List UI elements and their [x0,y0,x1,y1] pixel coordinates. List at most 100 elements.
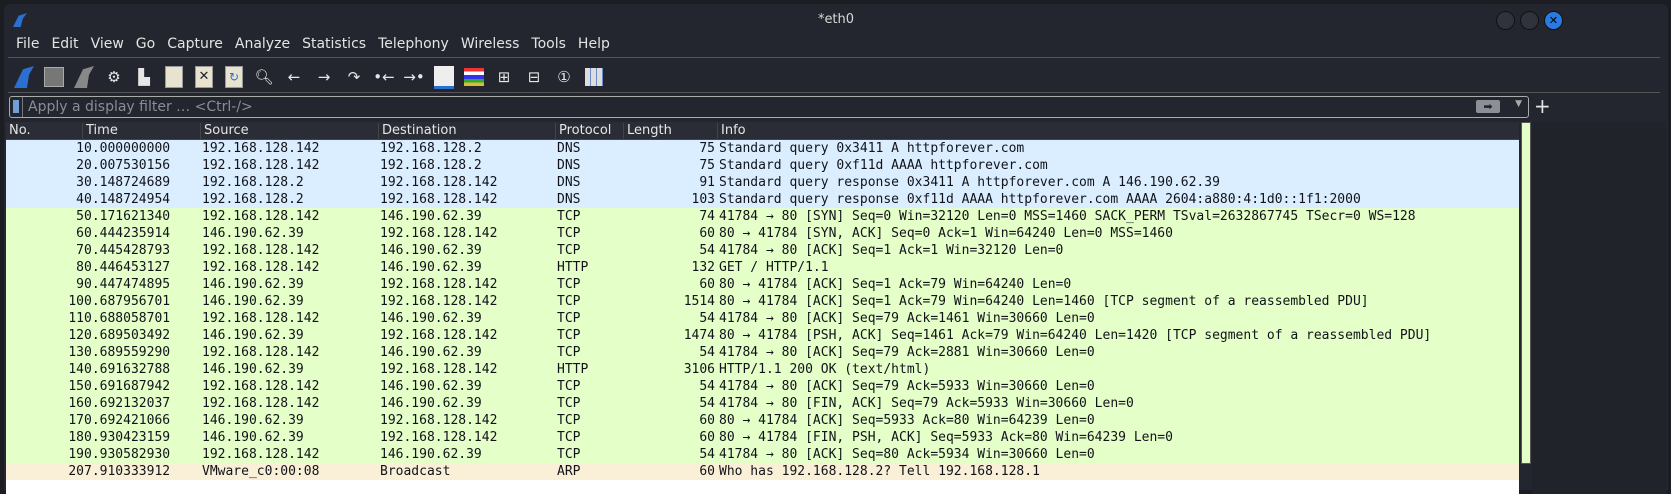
menu-statistics[interactable]: Statistics [296,34,372,56]
packet-row[interactable]: 19 0.930582930 192.168.128.142 146.190.62.3… [6,446,1519,463]
autoscroll-icon[interactable] [432,65,456,89]
column-header-source[interactable]: Source [200,123,249,139]
go-forward-icon[interactable]: → [312,65,336,89]
open-file-icon[interactable]: ▙ [132,65,156,89]
menu-edit[interactable]: Edit [45,34,84,56]
column-header-length[interactable]: Length [623,123,672,139]
packet-row[interactable]: 14 0.691632788 146.190.62.39 192.168.128.14… [6,361,1519,378]
packet-info: 80 → 41784 [SYN, ACK] Seq=0 Ack=1 Win=64… [719,226,1173,241]
column-header-destination[interactable]: Destination [378,123,457,139]
packet-source: 146.190.62.39 [202,362,304,377]
packet-info: GET / HTTP/1.1 [719,260,829,275]
packet-protocol: TCP [557,430,581,445]
stop-capture-icon[interactable] [42,65,66,89]
display-filter-bar: ➡ ▼ [9,96,1529,118]
colorize-icon[interactable] [462,65,486,89]
save-file-icon[interactable] [162,65,186,89]
zoom-out-icon[interactable]: ⊟ [522,65,546,89]
reload-file-icon[interactable]: ↻ [222,65,246,89]
packet-row[interactable]: 3 0.148724689 192.168.128.2 192.168.128.142… [6,174,1519,191]
menu-tools[interactable]: Tools [525,34,572,56]
packet-protocol: DNS [557,158,581,173]
packet-info: 80 → 41784 [ACK] Seq=1 Ack=79 Win=64240 … [719,294,1369,309]
capture-options-icon[interactable]: ⚙ [102,65,126,89]
menu-file[interactable]: File [10,34,45,56]
menu-view[interactable]: View [85,34,130,56]
packet-info: Who has 192.168.128.2? Tell 192.168.128.… [719,464,1040,479]
filter-history-dropdown[interactable]: ▼ [1515,99,1522,109]
menu-go[interactable]: Go [130,34,161,56]
zoom-in-icon[interactable]: ⊞ [492,65,516,89]
display-filter-input[interactable] [26,98,1470,116]
apply-filter-button[interactable]: ➡ [1476,100,1500,113]
packet-row[interactable]: 2 0.007530156 192.168.128.142 192.168.128.2… [6,157,1519,174]
packet-row[interactable]: 7 0.445428793 192.168.128.142 146.190.62.39… [6,242,1519,259]
menu-telephony[interactable]: Telephony [372,34,455,56]
packet-row[interactable]: 9 0.447474895 146.190.62.39 192.168.128.142… [6,276,1519,293]
divider [8,57,1660,58]
packet-protocol: HTTP [557,362,589,377]
packet-length: 3106 [683,362,715,377]
packet-number: 18 [68,430,84,445]
normal-size-icon[interactable]: ① [552,65,576,89]
column-header-protocol[interactable]: Protocol [555,123,611,139]
packet-row[interactable]: 5 0.171621340 192.168.128.142 146.190.62.39… [6,208,1519,225]
packet-destination: 192.168.128.2 [380,141,482,156]
packet-info: HTTP/1.1 200 OK (text/html) [719,362,931,377]
start-capture-icon[interactable] [12,65,36,89]
packet-source: 192.168.128.2 [202,192,304,207]
packet-length: 54 [699,311,715,326]
close-file-icon[interactable]: ✕ [192,65,216,89]
packet-source: 192.168.128.142 [202,311,320,326]
find-packet-icon[interactable]: 🔍︎ [252,65,276,89]
packet-minimap-scrollbar[interactable] [1521,122,1531,464]
column-header-no[interactable]: No. [6,123,31,139]
packet-source: 192.168.128.142 [202,158,320,173]
packet-list-header: No. Time Source Destination Protocol Length In… [6,122,1519,140]
maximize-button[interactable] [1520,11,1539,30]
packet-row[interactable]: 13 0.689559290 192.168.128.142 146.190.62.3… [6,344,1519,361]
column-header-info[interactable]: Info [717,123,746,139]
packet-length: 91 [699,175,715,190]
packet-source: 192.168.128.2 [202,175,304,190]
packet-row[interactable]: 18 0.930423159 146.190.62.39 192.168.128.14… [6,429,1519,446]
packet-destination: 192.168.128.142 [380,413,498,428]
packet-info: 41784 → 80 [ACK] Seq=79 Ack=5933 Win=306… [719,379,1095,394]
bookmark-icon[interactable] [13,100,19,113]
packet-row[interactable]: 20 7.910333912 VMware_c0:00:08 Broadcast ARP… [6,463,1519,480]
packet-row[interactable]: 10 0.687956701 146.190.62.39 192.168.128.14… [6,293,1519,310]
packet-info: Standard query response 0xf11d AAAA http… [719,192,1361,207]
first-packet-icon[interactable]: •← [372,65,396,89]
restart-capture-icon[interactable] [72,65,96,89]
minimize-button[interactable] [1496,11,1515,30]
packet-length: 54 [699,447,715,462]
menu-capture[interactable]: Capture [161,34,229,56]
packet-row[interactable]: 4 0.148724954 192.168.128.2 192.168.128.142… [6,191,1519,208]
add-filter-button-icon[interactable]: + [1534,94,1551,118]
packet-row[interactable]: 11 0.688058701 192.168.128.142 146.190.62.3… [6,310,1519,327]
menu-analyze[interactable]: Analyze [229,34,296,56]
go-to-packet-icon[interactable]: ↷ [342,65,366,89]
packet-row[interactable]: 8 0.446453127 192.168.128.142 146.190.62.39… [6,259,1519,276]
packet-row[interactable]: 12 0.689503492 146.190.62.39 192.168.128.14… [6,327,1519,344]
resize-columns-icon[interactable] [582,65,606,89]
packet-row[interactable]: 15 0.691687942 192.168.128.142 146.190.62.3… [6,378,1519,395]
last-packet-icon[interactable]: →• [402,65,426,89]
menu-help[interactable]: Help [572,34,616,56]
packet-row[interactable]: 1 0.000000000 192.168.128.142 192.168.128.2… [6,140,1519,157]
packet-time: 0.000000000 [84,141,171,156]
packet-source: 192.168.128.142 [202,243,320,258]
title-bar: *eth0 ✕ [4,4,1668,32]
packet-length: 60 [699,464,715,479]
go-back-icon[interactable]: ← [282,65,306,89]
column-header-time[interactable]: Time [82,123,118,139]
packet-row[interactable]: 17 0.692421066 146.190.62.39 192.168.128.14… [6,412,1519,429]
packet-source: 146.190.62.39 [202,277,304,292]
close-button[interactable]: ✕ [1544,11,1563,30]
packet-source: 192.168.128.142 [202,345,320,360]
packet-protocol: TCP [557,447,581,462]
packet-row[interactable]: 16 0.692132037 192.168.128.142 146.190.62.3… [6,395,1519,412]
wireshark-window: *eth0 ✕ File Edit View Go Capture Analyze Stat… [4,4,1668,494]
menu-wireless[interactable]: Wireless [455,34,526,56]
packet-row[interactable]: 6 0.444235914 146.190.62.39 192.168.128.142… [6,225,1519,242]
